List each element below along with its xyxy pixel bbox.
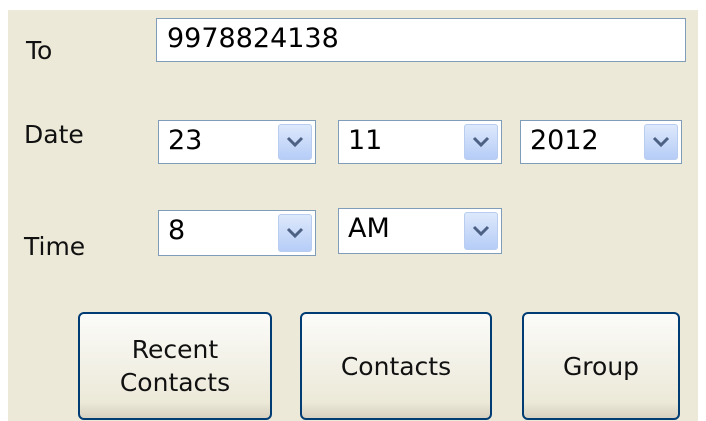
chevron-down-icon: [472, 225, 490, 237]
hour-dropdown-button[interactable]: [278, 214, 312, 252]
ampm-dropdown-button[interactable]: [464, 212, 498, 250]
month-dropdown-button[interactable]: [464, 124, 498, 160]
hour-select[interactable]: 8: [158, 210, 316, 256]
recent-contacts-line2: Contacts: [119, 368, 231, 397]
hour-value: 8: [168, 215, 186, 246]
group-button[interactable]: Group: [522, 312, 680, 420]
to-input[interactable]: 9978824138: [156, 18, 686, 62]
ampm-value: AM: [348, 213, 390, 244]
contacts-button[interactable]: Contacts: [300, 312, 492, 420]
ampm-select[interactable]: AM: [338, 208, 502, 254]
year-value: 2012: [530, 125, 599, 156]
chevron-down-icon: [286, 136, 304, 148]
chevron-down-icon: [286, 227, 304, 239]
month-select[interactable]: 11: [338, 120, 502, 164]
recent-contacts-button[interactable]: Recent Contacts: [78, 312, 272, 420]
day-dropdown-button[interactable]: [278, 124, 312, 160]
time-label: Time: [24, 232, 86, 261]
day-select[interactable]: 23: [158, 120, 316, 164]
year-select[interactable]: 2012: [520, 120, 682, 164]
recent-contacts-line1: Recent: [131, 335, 219, 364]
year-dropdown-button[interactable]: [644, 124, 678, 160]
chevron-down-icon: [652, 136, 670, 148]
chevron-down-icon: [472, 136, 490, 148]
month-value: 11: [348, 125, 383, 156]
sms-schedule-panel: To 9978824138 Date 23 11 2012 Time 8 AM: [8, 10, 698, 421]
date-label: Date: [24, 120, 84, 149]
to-label: To: [26, 36, 53, 65]
day-value: 23: [168, 125, 203, 156]
